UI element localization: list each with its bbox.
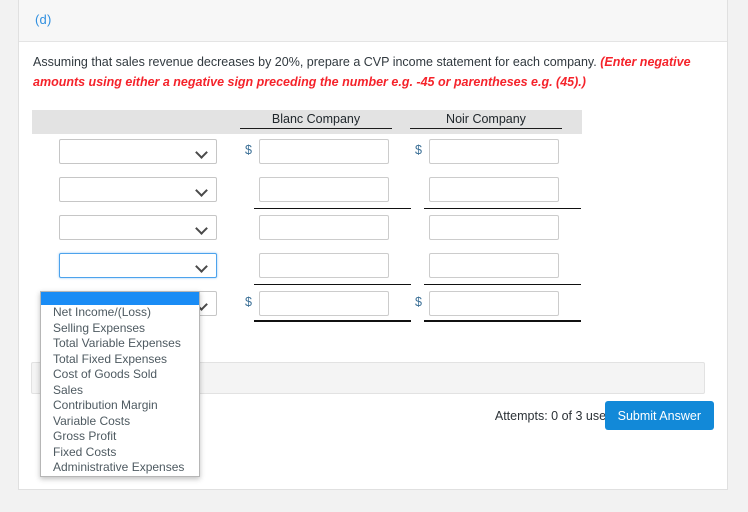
submit-answer-button[interactable]: Submit Answer: [604, 401, 714, 430]
dropdown-option-total-variable-expenses[interactable]: Total Variable Expenses: [41, 336, 199, 352]
dollar-sign-noir-5: $: [415, 295, 422, 309]
part-header-band: (d): [19, 0, 727, 42]
subtotal-rule-blanc-2: [254, 284, 411, 285]
column-header-blanc-company: Blanc Company: [240, 112, 392, 129]
part-label: (d): [35, 12, 52, 27]
table-row: [32, 210, 582, 248]
dropdown-option-selling-expenses[interactable]: Selling Expenses: [41, 321, 199, 337]
subtotal-rule-blanc-1: [254, 208, 411, 209]
dropdown-option-cost-of-goods-sold[interactable]: Cost of Goods Sold: [41, 367, 199, 383]
dropdown-option-contribution-margin[interactable]: Contribution Margin: [41, 398, 199, 414]
subtotal-rule-noir-1: [424, 208, 581, 209]
account-select-2[interactable]: [59, 177, 217, 202]
amount-input-blanc-2[interactable]: [259, 177, 389, 202]
dropdown-option-sales[interactable]: Sales: [41, 383, 199, 399]
dropdown-option-fixed-costs[interactable]: Fixed Costs: [41, 445, 199, 461]
chevron-down-icon: [197, 185, 208, 196]
dropdown-option-variable-costs[interactable]: Variable Costs: [41, 414, 199, 430]
table-row: $ $: [32, 134, 582, 172]
account-dropdown-list[interactable]: Net Income/(Loss) Selling Expenses Total…: [40, 291, 200, 477]
instructions-main: Assuming that sales revenue decreases by…: [33, 55, 597, 69]
screenshot-root: (d) Assuming that sales revenue decrease…: [0, 0, 748, 512]
account-select-1[interactable]: [59, 139, 217, 164]
table-row: [32, 172, 582, 210]
dollar-sign-blanc-1: $: [245, 143, 252, 157]
table-row: [32, 248, 582, 286]
amount-input-noir-1[interactable]: [429, 139, 559, 164]
instructions: Assuming that sales revenue decreases by…: [33, 52, 705, 92]
dropdown-option-administrative-expenses[interactable]: Administrative Expenses: [41, 460, 199, 476]
dollar-sign-noir-1: $: [415, 143, 422, 157]
amount-input-blanc-5[interactable]: [259, 291, 389, 316]
chevron-down-icon: [197, 147, 208, 158]
dropdown-option-gross-profit[interactable]: Gross Profit: [41, 429, 199, 445]
amount-input-noir-4[interactable]: [429, 253, 559, 278]
amount-input-noir-2[interactable]: [429, 177, 559, 202]
attempts-status: Attempts: 0 of 3 used: [494, 409, 613, 423]
column-header-noir-company: Noir Company: [410, 112, 562, 129]
dollar-sign-blanc-5: $: [245, 295, 252, 309]
amount-input-noir-5[interactable]: [429, 291, 559, 316]
total-rule-blanc: [254, 320, 411, 322]
table-header-row: Blanc Company Noir Company: [32, 110, 582, 134]
dropdown-option-total-fixed-expenses[interactable]: Total Fixed Expenses: [41, 352, 199, 368]
account-select-3[interactable]: [59, 215, 217, 240]
account-select-4[interactable]: [59, 253, 217, 278]
chevron-down-icon: [197, 261, 208, 272]
dropdown-option-blank[interactable]: [41, 292, 199, 305]
amount-input-noir-3[interactable]: [429, 215, 559, 240]
chevron-down-icon: [197, 223, 208, 234]
amount-input-blanc-1[interactable]: [259, 139, 389, 164]
amount-input-blanc-4[interactable]: [259, 253, 389, 278]
subtotal-rule-noir-2: [424, 284, 581, 285]
total-rule-noir: [424, 320, 581, 322]
dropdown-option-net-income-loss[interactable]: Net Income/(Loss): [41, 305, 199, 321]
amount-input-blanc-3[interactable]: [259, 215, 389, 240]
